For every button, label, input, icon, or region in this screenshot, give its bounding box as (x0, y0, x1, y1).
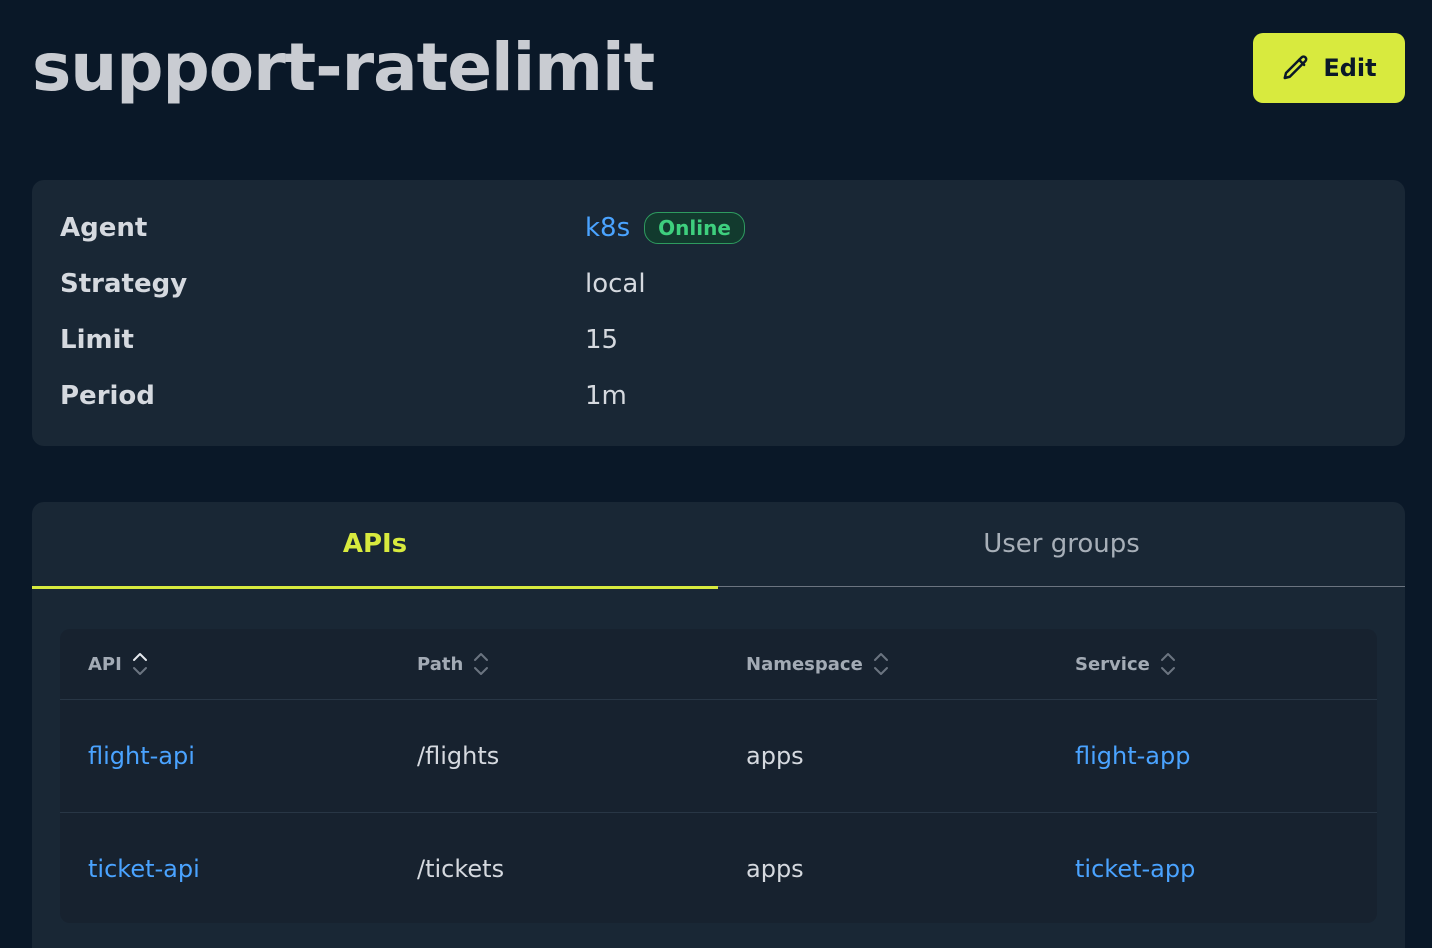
tab-apis[interactable]: APIs (32, 502, 718, 589)
agent-label: Agent (60, 213, 148, 243)
details-card: Agent k8s Online Strategy local Limit 15… (32, 180, 1405, 446)
column-header-namespace[interactable]: Namespace (746, 629, 889, 699)
cell-namespace: apps (746, 742, 804, 770)
column-header-label: API (88, 653, 122, 675)
cell-api: ticket-api (88, 813, 200, 923)
cell-service: ticket-app (1075, 813, 1195, 923)
page-title: support-ratelimit (32, 29, 655, 106)
rate-limit-detail-page: support-ratelimit Edit Agent k8s Online … (0, 0, 1432, 948)
table-row: flight-api /flights apps flight-app (60, 700, 1377, 812)
detail-row-strategy: Strategy local (60, 264, 1360, 304)
pencil-icon (1281, 53, 1311, 83)
agent-value: k8s Online (585, 212, 745, 244)
cell-service: flight-app (1075, 700, 1190, 812)
status-badge: Online (644, 212, 745, 244)
sort-icon (473, 650, 489, 678)
tab-user-groups[interactable]: User groups (718, 502, 1405, 587)
column-header-label: Service (1075, 653, 1150, 675)
sort-icon (1160, 650, 1176, 678)
cell-api: flight-api (88, 700, 195, 812)
edit-button-label: Edit (1323, 54, 1377, 82)
table-row: ticket-api /tickets apps ticket-app (60, 812, 1377, 923)
service-link[interactable]: flight-app (1075, 742, 1190, 770)
agent-link[interactable]: k8s (585, 213, 630, 243)
detail-row-period: Period 1m (60, 376, 1360, 416)
limit-value: 15 (585, 325, 619, 355)
detail-row-limit: Limit 15 (60, 320, 1360, 360)
cell-namespace: apps (746, 855, 804, 883)
column-header-path[interactable]: Path (417, 629, 489, 699)
apis-table: API Path Namespace Service flight-api /f… (60, 629, 1377, 923)
column-header-api[interactable]: API (88, 629, 148, 699)
period-label: Period (60, 381, 155, 411)
cell-path: /tickets (417, 855, 505, 883)
sort-ascending-icon (132, 650, 148, 678)
detail-row-agent: Agent k8s Online (60, 208, 1360, 248)
table-header: API Path Namespace Service (60, 629, 1377, 700)
strategy-label: Strategy (60, 269, 188, 299)
sort-icon (873, 650, 889, 678)
api-link[interactable]: flight-api (88, 742, 195, 770)
strategy-value: local (585, 269, 646, 299)
tabs-card: APIs User groups API Path Namespace Serv… (32, 502, 1405, 948)
edit-button[interactable]: Edit (1253, 33, 1405, 103)
column-header-label: Path (417, 653, 464, 675)
period-value: 1m (585, 381, 627, 411)
column-header-label: Namespace (746, 653, 863, 675)
cell-path: /flights (417, 742, 500, 770)
service-link[interactable]: ticket-app (1075, 855, 1195, 883)
limit-label: Limit (60, 325, 134, 355)
api-link[interactable]: ticket-api (88, 855, 200, 883)
column-header-service[interactable]: Service (1075, 629, 1176, 699)
